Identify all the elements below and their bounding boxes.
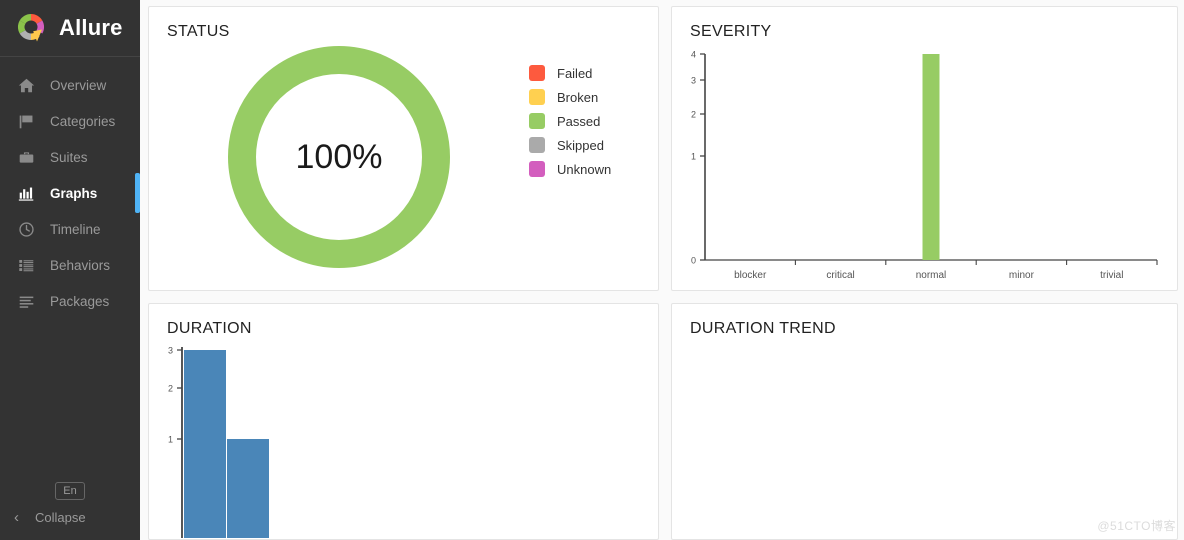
svg-text:trivial: trivial xyxy=(1100,270,1123,281)
legend-swatch-unknown xyxy=(529,161,545,177)
duration-card: DURATION 1 2 3 xyxy=(148,302,659,540)
status-donut[interactable]: 100% xyxy=(149,41,529,273)
sidebar-item-graphs[interactable]: Graphs xyxy=(0,173,140,213)
list-icon xyxy=(18,257,40,274)
duration-trend-card: DURATION TREND xyxy=(671,302,1178,540)
status-card: STATUS 100% Failed Broken Passed Skipped… xyxy=(148,6,659,291)
page-title: SEVERITY xyxy=(690,23,772,40)
legend-swatch-failed xyxy=(529,65,545,81)
legend-label: Broken xyxy=(557,89,599,105)
charts-row-top: STATUS 100% Failed Broken Passed Skipped… xyxy=(148,6,1178,291)
svg-text:3: 3 xyxy=(168,345,173,355)
sidebar-item-label: Behaviors xyxy=(50,257,111,273)
duration-plot[interactable]: 1 2 3 xyxy=(149,338,658,538)
svg-text:normal: normal xyxy=(916,270,947,281)
svg-text:3: 3 xyxy=(691,76,696,86)
brand-name: Allure xyxy=(59,15,123,40)
severity-plot[interactable]: 0 1 2 3 4 blocker critical normal minor trivial xyxy=(672,41,1177,281)
watermark: @51CTO博客 xyxy=(1097,519,1176,533)
sidebar: Allure Overview Categories Suites Graphs… xyxy=(0,0,140,540)
legend-item-broken[interactable]: Broken xyxy=(529,85,611,109)
svg-text:0: 0 xyxy=(691,256,696,266)
sidebar-item-label: Categories xyxy=(50,113,116,129)
home-icon xyxy=(18,77,40,94)
active-indicator xyxy=(135,173,140,213)
layers-icon xyxy=(18,293,40,310)
sidebar-item-label: Suites xyxy=(50,149,88,165)
svg-text:1: 1 xyxy=(168,434,173,444)
legend-label: Skipped xyxy=(557,137,604,153)
status-chart-body: 100% Failed Broken Passed Skipped Unknow… xyxy=(149,41,658,273)
duration-trend-plot[interactable] xyxy=(672,338,1177,528)
sidebar-footer: En ‹ Collapse xyxy=(0,482,140,540)
allure-logo-icon xyxy=(14,11,48,45)
bar-chart-icon xyxy=(18,185,40,202)
donut-center-label: 100% xyxy=(295,137,383,176)
briefcase-icon xyxy=(18,149,40,166)
svg-text:4: 4 xyxy=(691,50,696,60)
sidebar-item-timeline[interactable]: Timeline xyxy=(0,211,140,247)
collapse-button[interactable]: ‹ Collapse xyxy=(0,509,140,526)
legend-item-skipped[interactable]: Skipped xyxy=(529,133,611,157)
legend-item-unknown[interactable]: Unknown xyxy=(529,157,611,181)
svg-text:blocker: blocker xyxy=(734,270,767,281)
legend-label: Failed xyxy=(557,65,593,81)
language-selector[interactable]: En xyxy=(55,482,85,500)
sidebar-item-label: Graphs xyxy=(50,185,98,201)
app-root: Allure Overview Categories Suites Graphs… xyxy=(0,0,1184,540)
legend-label: Passed xyxy=(557,113,601,129)
duration-chart-svg: 1 2 3 xyxy=(168,345,269,538)
legend-item-passed[interactable]: Passed xyxy=(529,109,611,133)
sidebar-item-categories[interactable]: Categories xyxy=(0,103,140,139)
flag-icon xyxy=(18,113,40,130)
clock-icon xyxy=(18,221,40,238)
sidebar-item-packages[interactable]: Packages xyxy=(0,283,140,319)
duration-trend-chart-svg xyxy=(672,338,1177,528)
svg-text:1: 1 xyxy=(691,152,696,162)
svg-text:2: 2 xyxy=(691,110,696,120)
brand[interactable]: Allure xyxy=(0,0,140,57)
sidebar-item-suites[interactable]: Suites xyxy=(0,139,140,175)
legend-item-failed[interactable]: Failed xyxy=(529,61,611,85)
sidebar-item-label: Overview xyxy=(50,77,107,93)
legend-swatch-broken xyxy=(529,89,545,105)
page-title: STATUS xyxy=(167,23,230,40)
collapse-label: Collapse xyxy=(35,510,86,525)
sidebar-item-behaviors[interactable]: Behaviors xyxy=(0,247,140,283)
svg-text:minor: minor xyxy=(1009,270,1035,281)
svg-text:2: 2 xyxy=(168,383,173,393)
svg-text:critical: critical xyxy=(826,270,854,281)
sidebar-item-overview[interactable]: Overview xyxy=(0,67,140,103)
page-title: DURATION xyxy=(167,319,252,337)
content-area: STATUS 100% Failed Broken Passed Skipped… xyxy=(140,0,1184,540)
sidebar-item-label: Timeline xyxy=(50,221,101,237)
charts-row-bottom: DURATION 1 2 3 DURATION TREND xyxy=(148,302,1178,540)
page-title: DURATION TREND xyxy=(690,319,836,337)
sidebar-item-label: Packages xyxy=(50,293,110,309)
severity-card: SEVERITY 0 1 2 3 4 blocker critical normal minor… xyxy=(671,6,1178,291)
legend-swatch-passed xyxy=(529,113,545,129)
chevron-left-icon: ‹ xyxy=(14,509,19,526)
status-legend: Failed Broken Passed Skipped Unknown xyxy=(529,41,611,273)
legend-swatch-skipped xyxy=(529,137,545,153)
sidebar-nav: Overview Categories Suites Graphs Timeli… xyxy=(0,67,140,319)
severity-chart-svg: 0 1 2 3 4 blocker critical normal minor trivial xyxy=(691,50,1158,281)
legend-label: Unknown xyxy=(557,161,612,177)
